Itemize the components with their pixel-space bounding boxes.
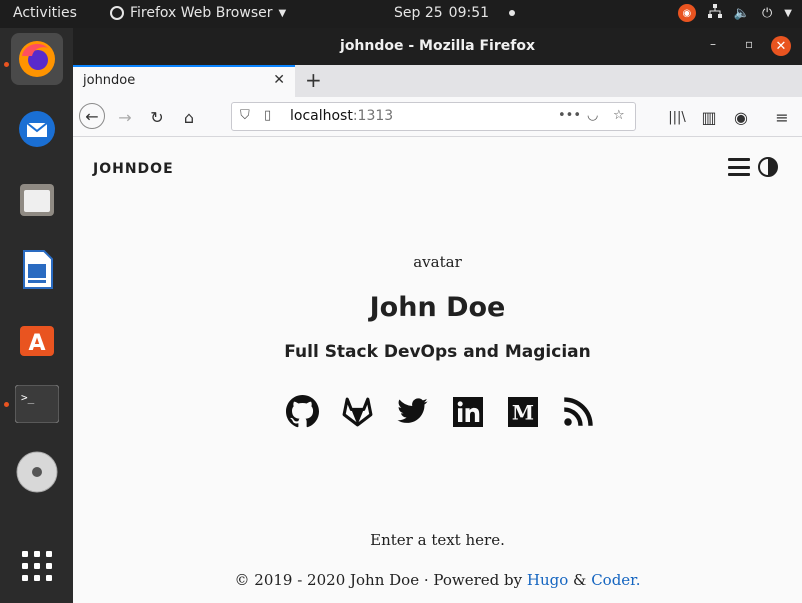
window-titlebar[interactable]: johndoe - Mozilla Firefox – ▫ ✕ [73,28,802,65]
firefox-icon [110,6,124,20]
web-page: JOHNDOE avatar John Doe Full Stack DevOp… [73,137,802,603]
show-applications-button[interactable] [11,540,63,592]
files-icon [20,184,54,216]
hamburger-menu-icon[interactable]: ≡ [768,103,796,131]
url-host: localhost [290,108,353,124]
window-title: johndoe - Mozilla Firefox [340,38,535,54]
dock-firefox[interactable] [11,33,63,85]
medium-icon[interactable]: M [506,395,539,428]
reload-button[interactable]: ↻ [143,103,171,131]
system-tray[interactable]: ◉ 🔈 ⏻ ▼ [677,4,792,22]
dock-terminal[interactable]: >_ [11,378,63,430]
dock-files[interactable] [11,173,63,225]
github-icon[interactable] [286,395,319,428]
minimize-button[interactable]: – [710,37,716,51]
copyright-prefix: © 2019 - 2020 John Doe · Powered by [234,571,523,589]
linkedin-icon[interactable] [451,395,484,428]
page-info-icon[interactable]: ▯ [264,108,271,123]
tab-title: johndoe [83,73,136,88]
navigation-toolbar: ← → ↻ ⌂ ⛉ ▯ localhost:1313 ••• ◡ ☆ |||\ … [73,97,802,137]
footer-text: Enter a text here. [370,531,505,549]
clock-time: 09:51 [448,5,490,21]
gitlab-icon[interactable] [341,395,374,428]
page-actions-icon[interactable]: ••• [558,108,581,123]
url-text[interactable]: localhost:1313 [290,108,393,124]
app-grid-icon [22,551,52,581]
svg-text:>_: >_ [21,391,35,404]
home-button[interactable]: ⌂ [175,103,203,131]
copyright: © 2019 - 2020 John Doe · Powered by Hugo… [73,571,802,589]
chevron-down-icon[interactable]: ▼ [784,8,792,19]
running-indicator-icon [4,402,9,407]
amp-separator: & [573,571,587,589]
firefox-icon [19,41,55,77]
close-tab-icon[interactable]: ✕ [273,72,285,88]
site-nav-icons [728,157,778,177]
svg-text:M: M [511,400,533,424]
rss-icon[interactable] [561,395,594,428]
close-button[interactable]: ✕ [771,36,791,56]
power-icon[interactable]: ⏻ [762,6,772,21]
activities-button[interactable]: Activities [13,5,77,21]
app-menu[interactable]: Firefox Web Browser ▼ [110,5,286,21]
network-icon[interactable] [707,4,722,22]
pocket-icon[interactable]: ◡ [587,108,598,123]
dock-software[interactable]: A [11,313,63,365]
thunderbird-icon [19,111,55,147]
tab-johndoe[interactable]: johndoe ✕ [73,65,295,97]
twitter-icon[interactable] [396,395,429,428]
tracking-protection-shield-icon[interactable]: ⛉ [240,108,250,123]
sidebar-icon[interactable]: ▥ [695,103,723,131]
coder-link-period: . [635,571,641,589]
url-bar[interactable]: ⛉ ▯ localhost:1313 ••• ◡ ☆ [231,102,636,131]
clock[interactable]: Sep 25 09:51 [394,5,516,21]
tab-strip: johndoe ✕ + [73,65,802,97]
profile-subtitle: Full Stack DevOps and Magician [284,342,591,362]
maximize-button[interactable]: ▫ [745,37,753,51]
dock-writer[interactable] [11,243,63,295]
profile-name: John Doe [369,292,506,323]
app-menu-label: Firefox Web Browser [130,5,273,21]
volume-icon[interactable]: 🔈 [734,6,750,21]
ubuntu-software-icon: A [20,326,54,356]
optical-disc-icon [16,451,58,493]
firefox-window: johndoe - Mozilla Firefox – ▫ ✕ johndoe … [73,28,802,603]
notification-dot-icon [509,10,516,16]
running-indicator-icon [4,62,9,67]
avatar: avatar [413,253,462,271]
new-tab-button[interactable]: + [305,68,322,92]
clock-date: Sep 25 [394,5,443,21]
url-port: :1313 [352,108,394,124]
terminal-icon: >_ [15,385,59,423]
social-links: M [286,395,594,428]
svg-text:A: A [28,331,45,356]
dock-disc[interactable] [11,446,63,498]
dock: A >_ [0,28,73,603]
back-button[interactable]: ← [79,103,105,129]
forward-button[interactable]: → [111,103,139,131]
ubuntu-update-icon[interactable]: ◉ [677,4,696,22]
bookmark-star-icon[interactable]: ☆ [613,108,625,123]
theme-toggle-icon[interactable] [758,157,778,177]
library-icon[interactable]: |||\ [663,103,691,131]
coder-link[interactable]: Coder [591,571,636,589]
site-brand[interactable]: JOHNDOE [93,161,174,177]
site-menu-icon[interactable] [728,158,750,176]
account-icon[interactable]: ◉ [727,103,755,131]
system-top-bar: Activities Firefox Web Browser ▼ Sep 25 … [0,0,802,28]
chevron-down-icon: ▼ [278,7,287,19]
hugo-link[interactable]: Hugo [527,571,568,589]
dock-thunderbird[interactable] [11,103,63,155]
libreoffice-writer-icon [23,250,53,289]
